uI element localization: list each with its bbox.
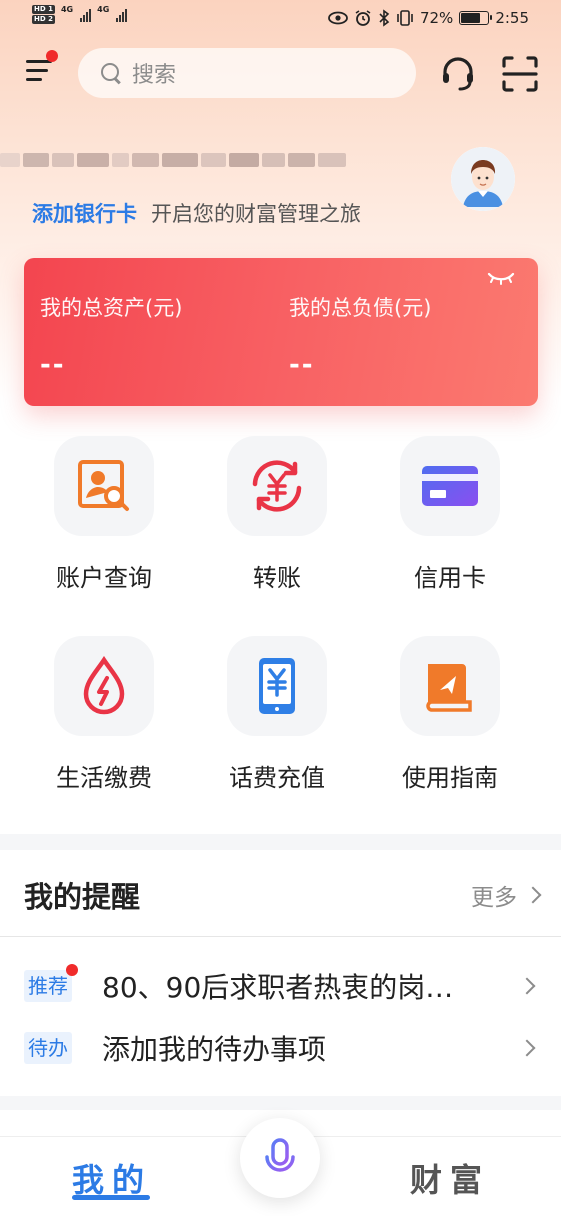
service-credit-card[interactable]: 信用卡 [370,432,530,602]
search-icon [100,62,122,84]
tab-wealth[interactable]: 财富 [410,1155,490,1201]
reminder-tag: 推荐 [24,964,78,1002]
add-bank-card-link[interactable]: 添加银行卡 [32,198,137,228]
vibrate-icon [397,10,413,26]
search-bar[interactable]: 搜索 [78,48,416,98]
signal-icon [80,8,92,22]
transfer-icon [252,460,302,512]
status-right: 72% 2:55 [328,9,529,27]
hide-amount-icon[interactable] [486,270,516,286]
customer-service-icon[interactable] [438,54,478,94]
hd-icon: HD 1 HD 2 [32,5,55,24]
avatar[interactable] [451,147,515,211]
total-debt-value: -- [289,350,315,380]
icon-tile [400,436,500,536]
notification-dot [46,50,58,62]
section-divider [0,1096,561,1110]
username-blurred [0,138,346,182]
account-search-icon [78,460,129,511]
status-bar: HD 1 HD 2 4G 4G 72% 2:55 [0,0,561,40]
add-card-row: 添加银行卡 开启您的财富管理之旅 [32,198,361,228]
network-type: 4G [60,5,74,14]
service-phone-recharge[interactable]: 话费充值 [197,632,357,802]
service-transfer[interactable]: 转账 [197,432,357,602]
icon-tile [227,636,327,736]
service-label: 使用指南 [402,764,498,792]
battery-icon [459,11,493,25]
divider [0,936,561,937]
tag-text: 推荐 [28,974,68,998]
service-user-guide[interactable]: 使用指南 [370,632,530,802]
reminders-header: 我的提醒 更多 [0,850,561,936]
more-label: 更多 [471,885,517,911]
reminders-title: 我的提醒 [24,880,141,914]
network-type-2: 4G [97,5,110,14]
total-debt-label: 我的总负债(元) [289,296,432,320]
reminder-text: 添加我的待办事项 [102,1033,327,1066]
voice-assistant-button[interactable] [240,1118,320,1198]
chevron-right-icon [518,1039,536,1057]
total-assets[interactable]: 我的总资产(元) -- [40,292,182,380]
total-assets-label: 我的总资产(元) [40,296,183,320]
reminders-more-link[interactable]: 更多 [471,878,542,912]
reminder-item[interactable]: 待办 添加我的待办事项 [0,1020,561,1080]
reminder-item[interactable]: 推荐 80、90后求职者热衷的岗… [0,958,561,1018]
service-label: 账户查询 [56,564,152,592]
service-account-query[interactable]: 账户查询 [24,432,184,602]
icon-tile [400,636,500,736]
total-assets-value: -- [40,350,66,380]
bluetooth-icon [379,9,390,27]
top-bar: 搜索 [0,44,561,104]
credit-card-icon [422,466,478,506]
microphone-icon [265,1138,295,1178]
reminder-tag: 待办 [24,1032,72,1064]
search-placeholder: 搜索 [132,63,177,88]
clock: 2:55 [495,9,529,27]
add-card-tip: 开启您的财富管理之旅 [151,202,361,226]
scan-icon[interactable] [500,54,540,94]
battery-percent: 72% [419,9,454,27]
icon-tile [54,436,154,536]
service-label: 转账 [253,564,301,592]
service-label: 信用卡 [414,564,486,592]
active-tab-indicator [72,1195,150,1200]
notification-dot [66,964,78,976]
service-label: 话费充值 [229,764,325,792]
reminder-text: 80、90后求职者热衷的岗… [102,971,454,1004]
asset-summary-card[interactable]: 我的总资产(元) -- 我的总负债(元) -- [24,258,538,406]
icon-tile [227,436,327,536]
section-divider [0,834,561,850]
signal-icon-2 [116,8,128,22]
chevron-right-icon [518,977,536,995]
service-utility-payment[interactable]: 生活缴费 [24,632,184,802]
menu-button[interactable] [24,50,58,86]
signal-indicators: HD 1 HD 2 4G 4G [32,5,128,24]
chevron-right-icon [524,886,542,904]
alarm-icon [355,10,371,26]
total-debt[interactable]: 我的总负债(元) -- [289,292,431,380]
user-guide-icon [426,664,472,712]
phone-recharge-icon [259,658,295,714]
eye-comfort-icon [328,11,348,25]
icon-tile [54,636,154,736]
utility-payment-icon [83,656,125,715]
service-label: 生活缴费 [56,764,152,792]
